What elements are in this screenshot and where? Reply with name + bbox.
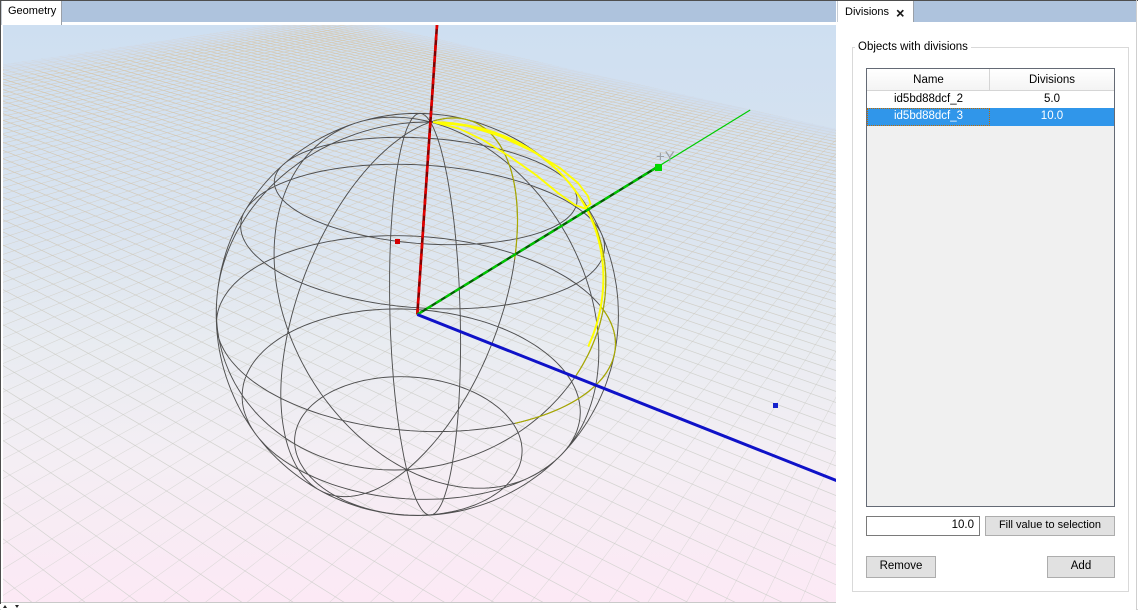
svg-text:+Y: +Y — [656, 149, 675, 166]
